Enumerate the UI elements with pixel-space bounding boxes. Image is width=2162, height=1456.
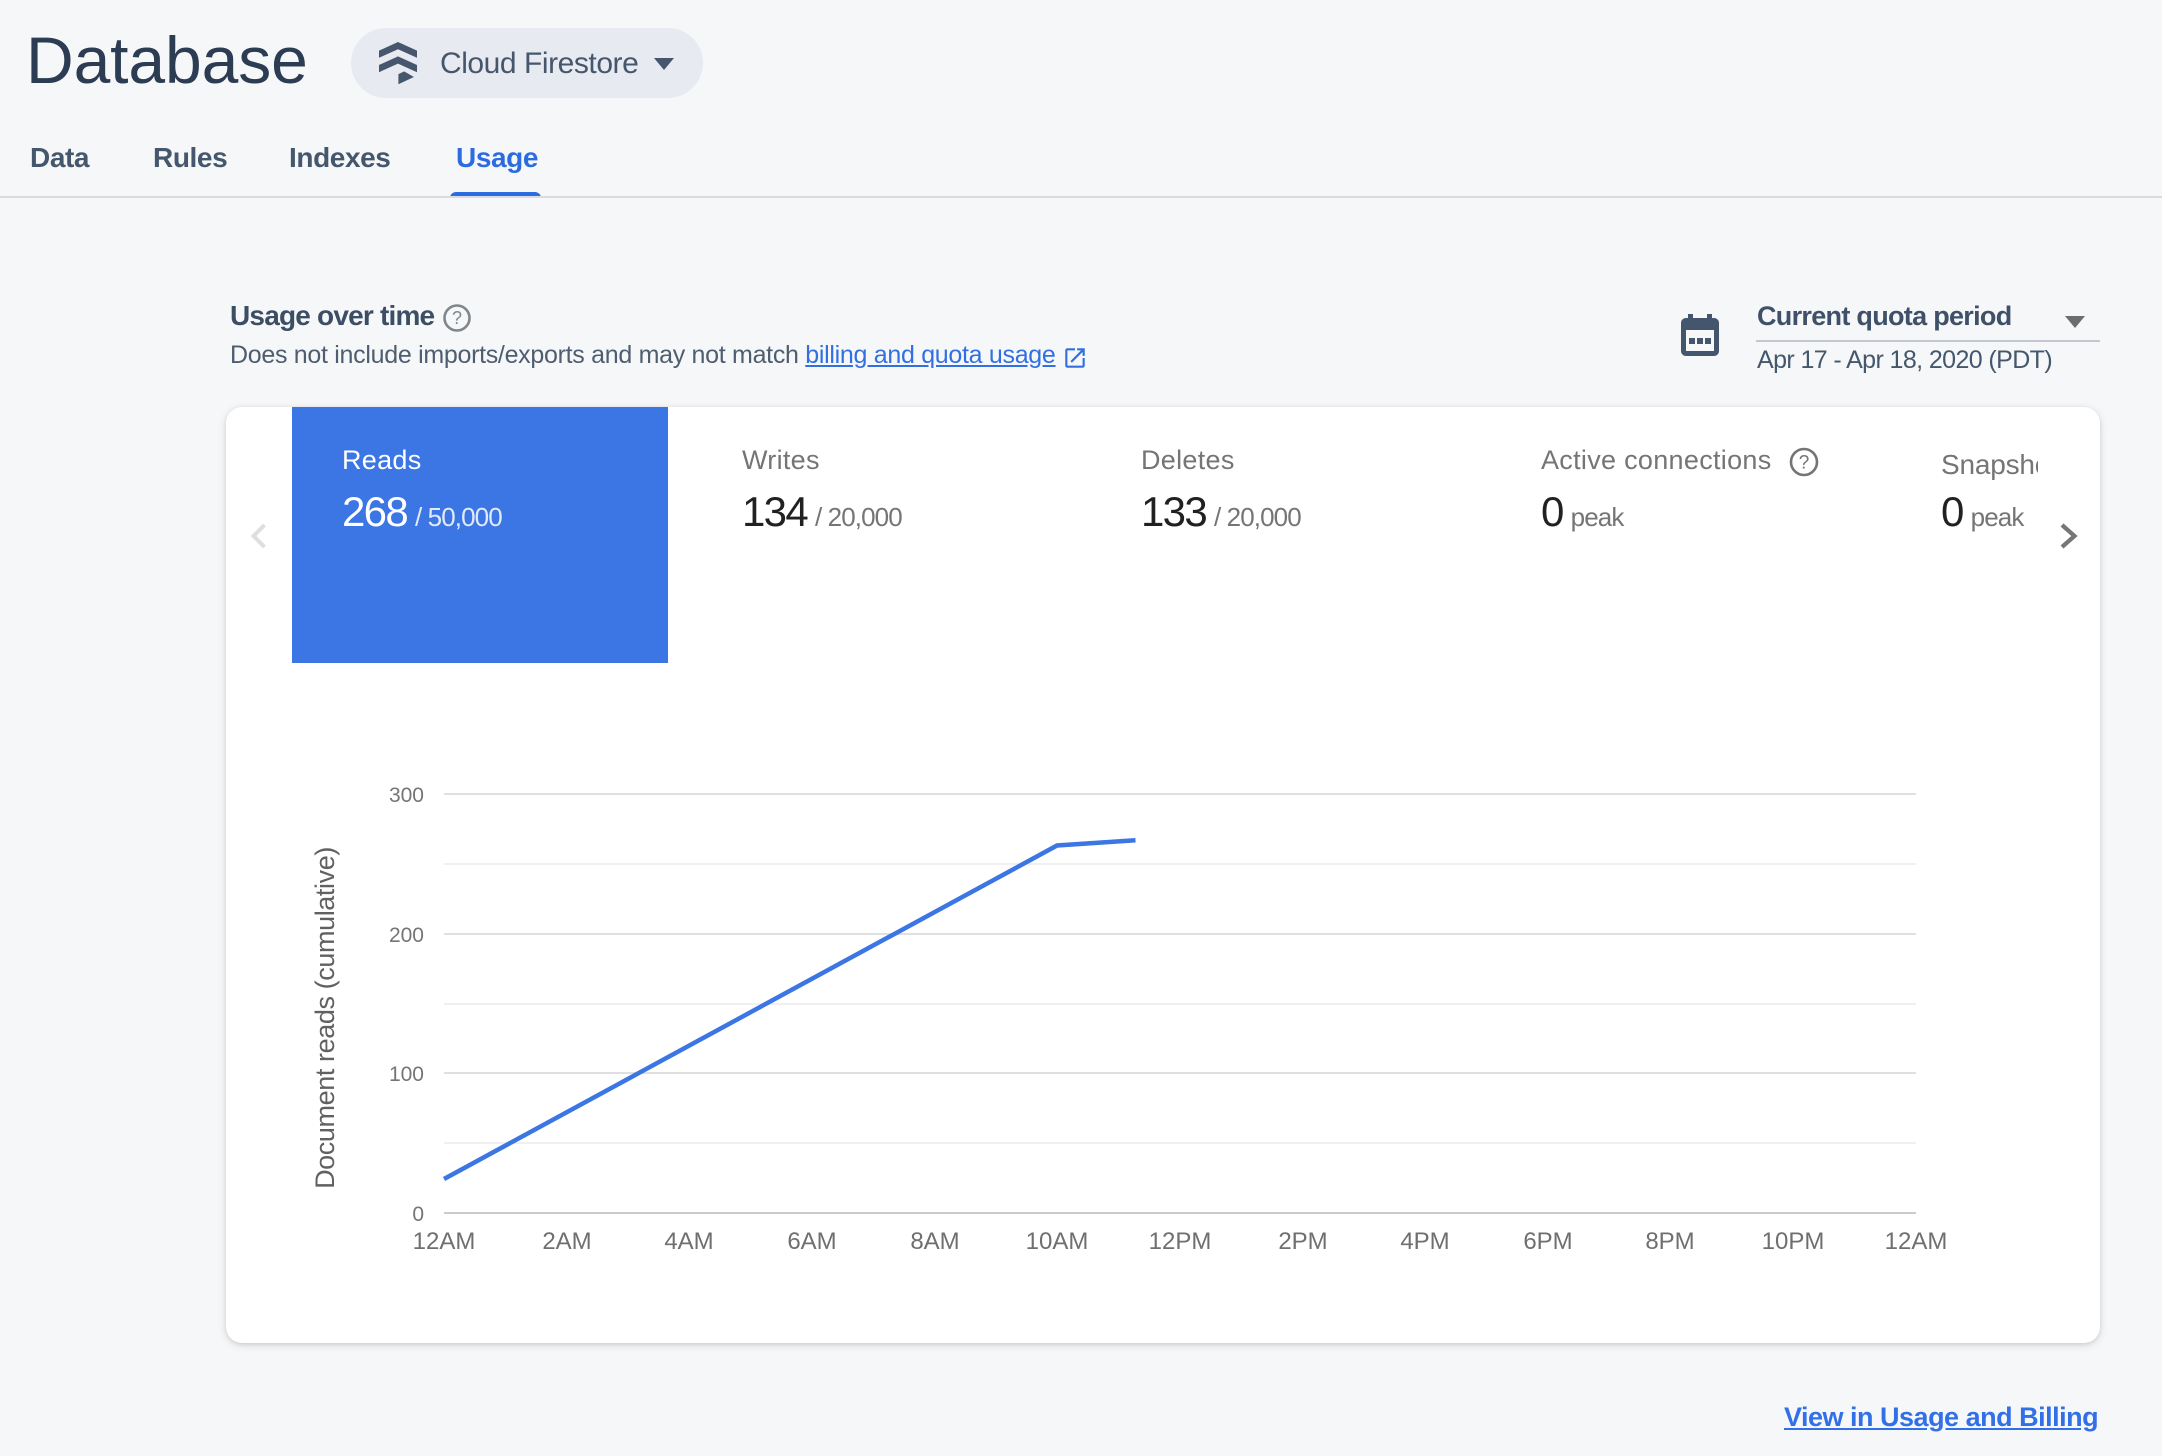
svg-text:?: ? xyxy=(1799,453,1810,474)
svg-text:?: ? xyxy=(452,308,462,328)
